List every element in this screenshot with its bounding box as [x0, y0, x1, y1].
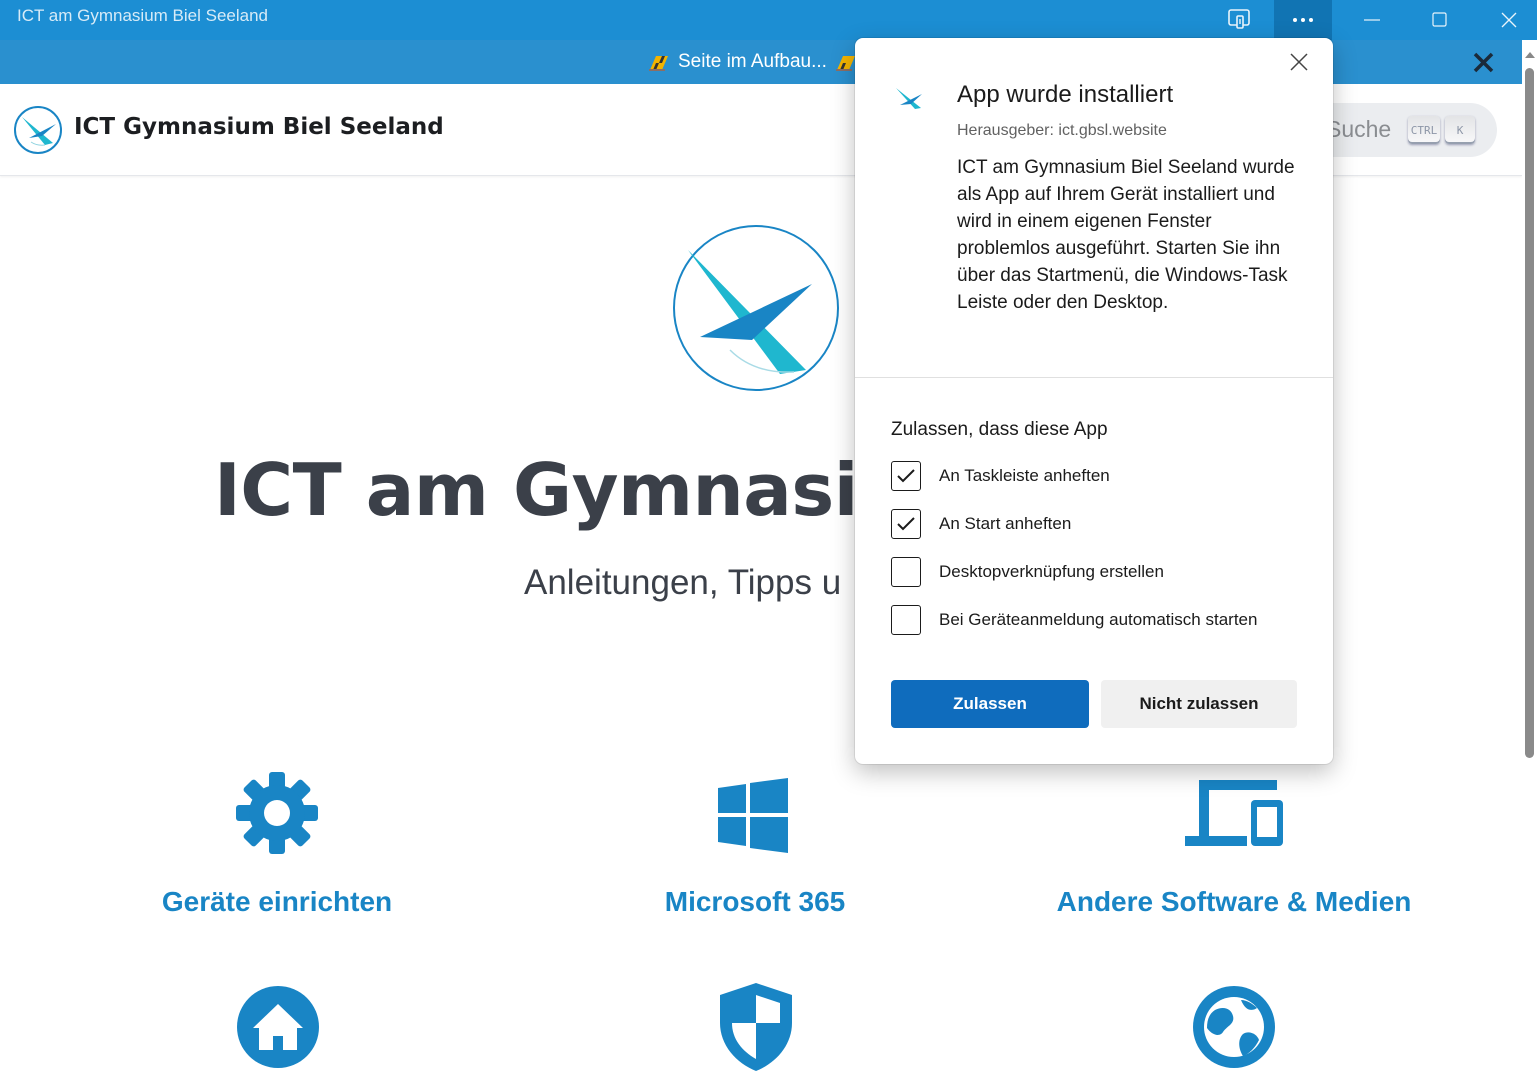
minimize-icon[interactable] [1343, 0, 1401, 40]
checkbox-pin-taskbar[interactable] [891, 461, 921, 491]
search-placeholder: Suche [1326, 116, 1392, 142]
home-icon[interactable] [237, 986, 319, 1068]
app-icon [892, 81, 926, 115]
kbd-ctrl: CTRL [1408, 116, 1440, 144]
scroll-up-icon[interactable] [1525, 52, 1535, 58]
brand-logo-icon[interactable] [13, 105, 63, 155]
option-label: An Start anheften [939, 514, 1072, 533]
permissions-title: Zulassen, dass diese App [891, 419, 1108, 440]
globe-icon[interactable] [1193, 986, 1275, 1068]
app-installed-dialog: App wurde installiert Herausgeber: ict.g… [855, 38, 1333, 764]
checkbox-desktop-shortcut[interactable] [891, 557, 921, 587]
shield-icon[interactable] [720, 983, 792, 1071]
hero-logo-icon [673, 225, 839, 391]
feature-label-m365[interactable]: Microsoft 365 [665, 886, 846, 918]
scrollbar-thumb[interactable] [1525, 68, 1534, 758]
brand-name[interactable]: ICT Gymnasium Biel Seeland [74, 114, 444, 140]
option-label: Bei Geräteanmeldung automatisch starten [939, 610, 1258, 629]
hero-subtitle: Anleitungen, Tipps u [524, 563, 842, 602]
dialog-description: ICT am Gymnasium Biel Seeland wurde als … [957, 157, 1295, 313]
window-titlebar: ICT am Gymnasium Biel Seeland [0, 0, 1537, 40]
app-available-icon[interactable] [1211, 0, 1269, 40]
checkbox-autostart[interactable] [891, 605, 921, 635]
option-pin-taskbar[interactable]: An Taskleiste anheften [891, 461, 1110, 491]
kbd-k: K [1445, 116, 1475, 144]
dialog-close-icon[interactable] [1287, 50, 1311, 74]
option-pin-start[interactable]: An Start anheften [891, 509, 1071, 539]
deny-button[interactable]: Nicht zulassen [1101, 680, 1297, 728]
close-announcement-icon[interactable] [1470, 48, 1498, 76]
feature-label-software[interactable]: Andere Software & Medien [1057, 886, 1412, 918]
more-icon[interactable] [1274, 0, 1332, 40]
gear-icon[interactable] [236, 772, 318, 854]
announcement-text: Seite im Aufbau... [678, 51, 827, 72]
close-icon[interactable] [1480, 0, 1537, 40]
windows-icon[interactable] [718, 778, 788, 853]
dialog-divider [855, 377, 1333, 378]
checkbox-pin-start[interactable] [891, 509, 921, 539]
construction-icon [649, 56, 668, 71]
dialog-publisher: Herausgeber: ict.gbsl.website [957, 122, 1167, 139]
allow-button[interactable]: Zulassen [891, 680, 1089, 728]
window-title: ICT am Gymnasium Biel Seeland [17, 6, 269, 25]
option-desktop-shortcut[interactable]: Desktopverknüpfung erstellen [891, 557, 1164, 587]
page-scrollbar[interactable] [1522, 40, 1537, 1090]
option-autostart[interactable]: Bei Geräteanmeldung automatisch starten [891, 605, 1257, 635]
devices-icon[interactable] [1185, 780, 1283, 848]
dialog-title: App wurde installiert [957, 81, 1174, 108]
feature-label-devices[interactable]: Geräte einrichten [162, 886, 392, 918]
option-label: Desktopverknüpfung erstellen [939, 562, 1164, 581]
maximize-icon[interactable] [1411, 0, 1469, 40]
option-label: An Taskleiste anheften [939, 466, 1110, 485]
construction-icon [835, 56, 855, 71]
